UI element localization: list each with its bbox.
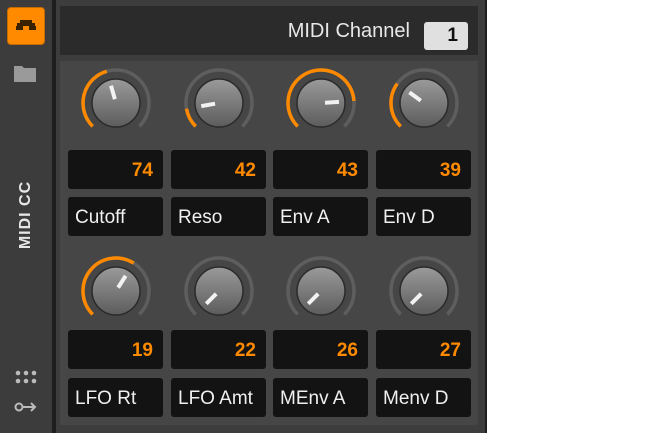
knob[interactable] xyxy=(388,255,460,327)
knob[interactable] xyxy=(80,255,152,327)
knob[interactable] xyxy=(183,67,255,139)
cc-number-field[interactable]: 19 xyxy=(68,330,163,369)
cc-number-field[interactable]: 22 xyxy=(171,330,266,369)
control-name-field[interactable]: Env D xyxy=(376,197,471,236)
knob[interactable] xyxy=(285,255,357,327)
control-name-field[interactable]: Menv D xyxy=(376,378,471,417)
folder-icon[interactable] xyxy=(14,64,36,82)
knob[interactable] xyxy=(388,67,460,139)
header: MIDI Channel 1 xyxy=(60,6,478,55)
main-panel: MIDI Channel 1 74 Cutoff 42 Reso 43 Env … xyxy=(56,0,485,433)
key-mapping-icon[interactable] xyxy=(14,400,38,414)
knob-value-arc xyxy=(389,82,402,128)
grid-dots-icon[interactable] xyxy=(15,370,37,384)
cc-number-field[interactable]: 27 xyxy=(376,330,471,369)
sidebar: MIDI CC xyxy=(0,0,52,433)
cc-number-field[interactable]: 74 xyxy=(68,150,163,189)
knob-indicator xyxy=(200,101,216,109)
knob[interactable] xyxy=(80,67,152,139)
midi-channel-label: MIDI Channel xyxy=(287,20,410,42)
controller-icon xyxy=(16,20,36,30)
knob[interactable] xyxy=(285,67,357,139)
knob-value-arc xyxy=(184,108,197,128)
knob-indicator xyxy=(324,99,340,105)
cc-number-field[interactable]: 26 xyxy=(273,330,368,369)
control-name-field[interactable]: LFO Rt xyxy=(68,378,163,417)
cc-number-field[interactable]: 39 xyxy=(376,150,471,189)
control-name-field[interactable]: MEnv A xyxy=(273,378,368,417)
control-name-field[interactable]: LFO Amt xyxy=(171,378,266,417)
knob[interactable] xyxy=(183,255,255,327)
control-name-field[interactable]: Cutoff xyxy=(68,197,163,236)
controller-button[interactable] xyxy=(7,7,45,45)
sidebar-label: MIDI CC xyxy=(17,180,34,250)
controls-grid: 74 Cutoff 42 Reso 43 Env A 39 Env D 19 L… xyxy=(60,61,478,425)
cc-number-field[interactable]: 43 xyxy=(273,150,368,189)
cc-number-field[interactable]: 42 xyxy=(171,150,266,189)
midi-channel-field[interactable]: 1 xyxy=(424,22,468,50)
control-name-field[interactable]: Env A xyxy=(273,197,368,236)
control-name-field[interactable]: Reso xyxy=(171,197,266,236)
midi-cc-device: MIDI CC MIDI Channel 1 74 Cutoff 42 Reso… xyxy=(0,0,487,433)
